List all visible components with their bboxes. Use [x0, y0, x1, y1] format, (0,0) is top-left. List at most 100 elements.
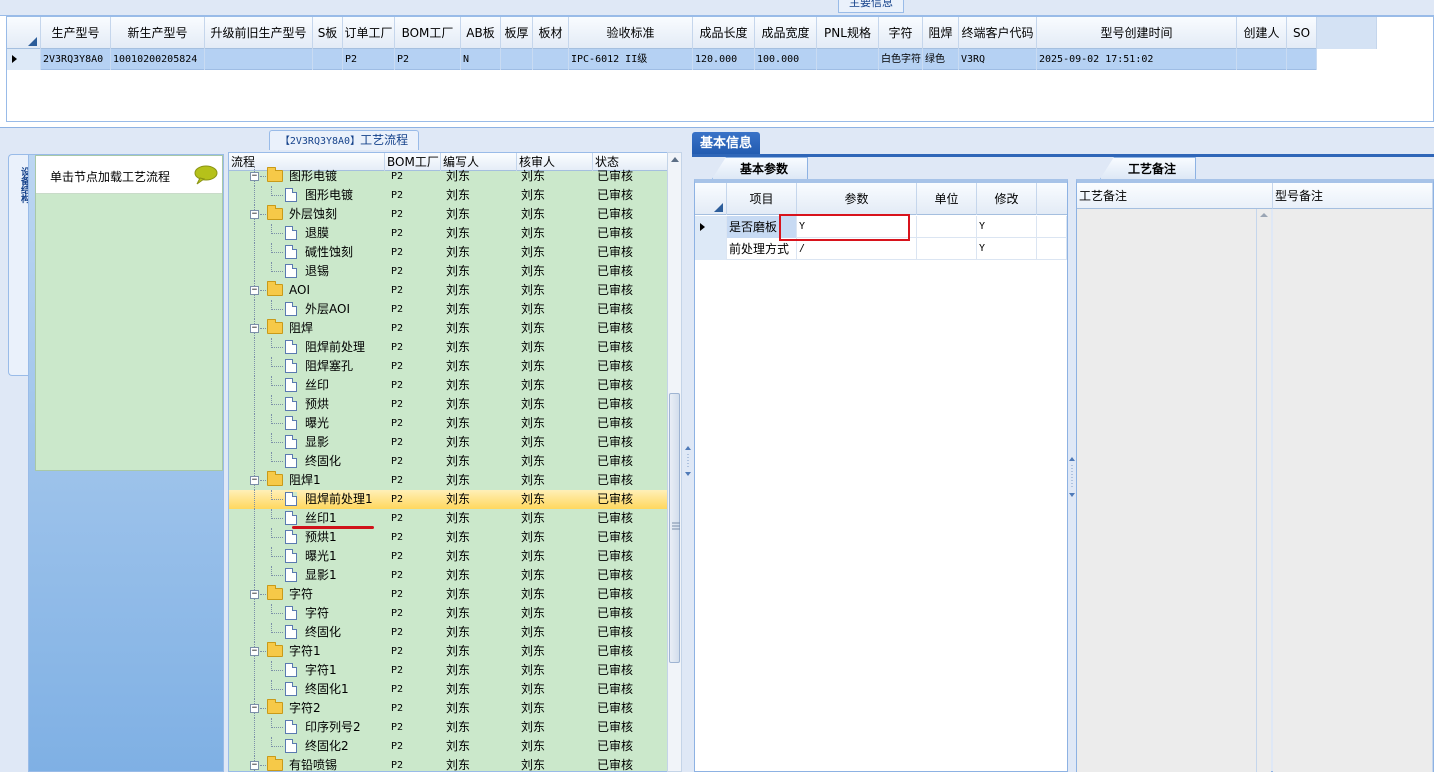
cell[interactable]: 2025-09-02 17:51:02	[1037, 49, 1237, 70]
tab-basic-params[interactable]: 基本参数	[712, 157, 808, 179]
model-notes-textarea[interactable]	[1273, 209, 1433, 772]
tree-leaf-node[interactable]: 终固化1 P2 刘东 刘东 已审核	[229, 680, 667, 699]
cell[interactable]: IPC-6012 II级	[569, 49, 693, 70]
tree-leaf-node[interactable]: 曝光1 P2 刘东 刘东 已审核	[229, 547, 667, 566]
collapse-toggle-icon[interactable]: −	[250, 761, 259, 770]
col-header-unit[interactable]: 单位	[917, 183, 977, 215]
col-header-item[interactable]: 项目	[727, 183, 797, 215]
col-header[interactable]: 字符	[879, 17, 923, 49]
cell[interactable]	[313, 49, 343, 70]
col-header[interactable]: 升级前旧生产型号	[205, 17, 313, 49]
col-header[interactable]: 阻焊	[923, 17, 959, 49]
tree-folder-node[interactable]: − 字符2 P2 刘东 刘东 已审核	[229, 699, 667, 718]
cell[interactable]: V3RQ	[959, 49, 1037, 70]
tree-leaf-node[interactable]: 预烘 P2 刘东 刘东 已审核	[229, 395, 667, 414]
process-notes-textarea[interactable]	[1077, 209, 1257, 772]
tree-folder-node[interactable]: − 字符1 P2 刘东 刘东 已审核	[229, 642, 667, 661]
col-header-modify[interactable]: 修改	[977, 183, 1037, 215]
col-header[interactable]: BOM工厂	[395, 17, 461, 49]
vertical-splitter-2[interactable]	[1068, 157, 1076, 772]
collapse-toggle-icon[interactable]: −	[250, 476, 259, 485]
tree-folder-node[interactable]: − 字符 P2 刘东 刘东 已审核	[229, 585, 667, 604]
col-header[interactable]: PNL规格	[817, 17, 879, 49]
tree-folder-node[interactable]: − 有铅喷锡 P2 刘东 刘东 已审核	[229, 756, 667, 771]
cell[interactable]: 120.000	[693, 49, 755, 70]
tree-leaf-node[interactable]: 终固化 P2 刘东 刘东 已审核	[229, 452, 667, 471]
col-header[interactable]: 验收标准	[569, 17, 693, 49]
col-header[interactable]: 板材	[533, 17, 569, 49]
tree-leaf-node[interactable]: 字符1 P2 刘东 刘东 已审核	[229, 661, 667, 680]
tree-folder-node[interactable]: − 图形电镀 P2 刘东 刘东 已审核	[229, 167, 667, 186]
collapse-toggle-icon[interactable]: −	[250, 210, 259, 219]
col-header-param[interactable]: 参数	[797, 183, 917, 215]
cell[interactable]	[1287, 49, 1317, 70]
col-header[interactable]: 成品宽度	[755, 17, 817, 49]
selection-underline-annotation	[292, 526, 374, 529]
process-flow-scrollbar[interactable]	[667, 152, 682, 772]
col-header[interactable]: 成品长度	[693, 17, 755, 49]
cell[interactable]: 2V3RQ3Y8A0	[41, 49, 111, 70]
cell[interactable]: P2	[395, 49, 461, 70]
cell[interactable]: 绿色	[923, 49, 959, 70]
col-header[interactable]: 订单工厂	[343, 17, 395, 49]
tree-leaf-node[interactable]: 阻焊前处理 P2 刘东 刘东 已审核	[229, 338, 667, 357]
tree-leaf-node[interactable]: 曝光 P2 刘东 刘东 已审核	[229, 414, 667, 433]
tree-leaf-node[interactable]: 终固化 P2 刘东 刘东 已审核	[229, 623, 667, 642]
collapse-toggle-icon[interactable]: −	[250, 590, 259, 599]
tree-leaf-node[interactable]: 显影1 P2 刘东 刘东 已审核	[229, 566, 667, 585]
tree-leaf-node[interactable]: 印序列号2 P2 刘东 刘东 已审核	[229, 718, 667, 737]
cell[interactable]	[817, 49, 879, 70]
tree-leaf-node[interactable]: 外层AOI P2 刘东 刘东 已审核	[229, 300, 667, 319]
tree-leaf-node[interactable]: 退膜 P2 刘东 刘东 已审核	[229, 224, 667, 243]
process-flow-scroll-thumb[interactable]	[669, 393, 680, 663]
col-header[interactable]: 生产型号	[41, 17, 111, 49]
cell[interactable]	[205, 49, 313, 70]
cell[interactable]	[501, 49, 533, 70]
tree-leaf-node[interactable]: 碱性蚀刻 P2 刘东 刘东 已审核	[229, 243, 667, 262]
collapse-toggle-icon[interactable]: −	[250, 324, 259, 333]
col-header[interactable]: S板	[313, 17, 343, 49]
tab-basic-info[interactable]: 基本信息	[692, 132, 760, 156]
cell[interactable]	[1237, 49, 1287, 70]
tree-leaf-node[interactable]: 字符 P2 刘东 刘东 已审核	[229, 604, 667, 623]
col-header[interactable]: 终端客户代码	[959, 17, 1037, 49]
collapse-toggle-icon[interactable]: −	[250, 286, 259, 295]
tree-leaf-node[interactable]: 退锡 P2 刘东 刘东 已审核	[229, 262, 667, 281]
tree-leaf-node[interactable]: 丝印 P2 刘东 刘东 已审核	[229, 376, 667, 395]
col-header[interactable]: 创建人	[1237, 17, 1287, 49]
col-header[interactable]: 板厚	[501, 17, 533, 49]
tree-folder-node[interactable]: − 阻焊 P2 刘东 刘东 已审核	[229, 319, 667, 338]
vertical-splitter[interactable]	[684, 130, 692, 772]
col-header[interactable]: 型号创建时间	[1037, 17, 1237, 49]
structure-tree-area[interactable]: 单击节点加载工艺流程	[35, 155, 223, 471]
col-header[interactable]: AB板	[461, 17, 501, 49]
tree-folder-node[interactable]: − AOI P2 刘东 刘东 已审核	[229, 281, 667, 300]
cell[interactable]	[533, 49, 569, 70]
scroll-up-arrow-icon[interactable]	[670, 156, 680, 163]
scroll-up-arrow-icon[interactable]	[1260, 213, 1268, 217]
cell[interactable]: 白色字符	[879, 49, 923, 70]
tree-leaf-node[interactable]: 终固化2 P2 刘东 刘东 已审核	[229, 737, 667, 756]
collapse-toggle-icon[interactable]: −	[250, 704, 259, 713]
tree-leaf-node[interactable]: 阻焊塞孔 P2 刘东 刘东 已审核	[229, 357, 667, 376]
tree-leaf-node[interactable]: 阻焊前处理1 P2 刘东 刘东 已审核	[229, 490, 667, 509]
main-info-data-row[interactable]: 2V3RQ3Y8A0 10010200205824 P2 P2 N IPC-6012 II…	[7, 49, 1317, 70]
tree-folder-node[interactable]: − 外层蚀刻 P2 刘东 刘东 已审核	[229, 205, 667, 224]
vertical-tab-structure[interactable]: 设备结构	[8, 154, 30, 376]
cell[interactable]: 10010200205824	[111, 49, 205, 70]
tree-leaf-node[interactable]: 预烘1 P2 刘东 刘东 已审核	[229, 528, 667, 547]
param-value-input[interactable]: /	[797, 238, 917, 260]
cell[interactable]: 100.000	[755, 49, 817, 70]
process-notes-scrollbar[interactable]	[1257, 209, 1271, 772]
collapse-toggle-icon[interactable]: −	[250, 647, 259, 656]
collapse-toggle-icon[interactable]: −	[250, 172, 259, 181]
col-header[interactable]: SO	[1287, 17, 1317, 49]
cell[interactable]: P2	[343, 49, 395, 70]
tree-leaf-node[interactable]: 图形电镀 P2 刘东 刘东 已审核	[229, 186, 667, 205]
tab-process-notes[interactable]: 工艺备注	[1100, 157, 1196, 179]
cell[interactable]: N	[461, 49, 501, 70]
tree-folder-node[interactable]: − 阻焊1 P2 刘东 刘东 已审核	[229, 471, 667, 490]
tree-leaf-node[interactable]: 显影 P2 刘东 刘东 已审核	[229, 433, 667, 452]
params-row[interactable]: 前处理方式 / Y	[695, 238, 1067, 260]
col-header[interactable]: 新生产型号	[111, 17, 205, 49]
